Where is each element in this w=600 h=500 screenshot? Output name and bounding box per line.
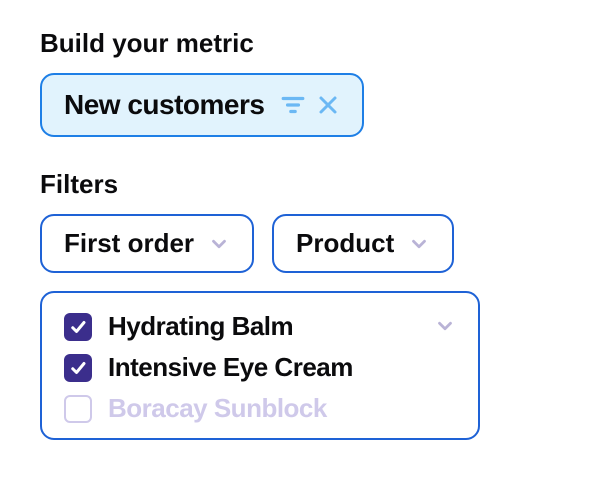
filter-chip-first-order[interactable]: First order xyxy=(40,214,254,273)
metric-pill[interactable]: New customers xyxy=(40,73,364,137)
chevron-down-icon[interactable] xyxy=(434,315,456,337)
filter-chip-label: Product xyxy=(296,228,394,259)
chevron-down-icon xyxy=(208,233,230,255)
option-label: Hydrating Balm xyxy=(108,311,293,342)
filters-section-label: Filters xyxy=(40,169,560,200)
chevron-down-icon xyxy=(408,233,430,255)
metric-selected-label: New customers xyxy=(64,89,264,121)
option-label: Boracay Sunblock xyxy=(108,393,327,424)
product-options-panel: Hydrating Balm Intensive Eye Cream Borac… xyxy=(40,291,480,440)
option-row[interactable]: Hydrating Balm xyxy=(64,311,456,342)
option-row[interactable]: Boracay Sunblock xyxy=(64,393,456,424)
checkbox-checked[interactable] xyxy=(64,313,92,341)
filters-row: First order Product xyxy=(40,214,560,273)
filter-icon[interactable] xyxy=(280,92,306,118)
checkbox-unchecked[interactable] xyxy=(64,395,92,423)
filter-chip-product[interactable]: Product xyxy=(272,214,454,273)
option-label: Intensive Eye Cream xyxy=(108,352,353,383)
option-row[interactable]: Intensive Eye Cream xyxy=(64,352,456,383)
filter-chip-label: First order xyxy=(64,228,194,259)
metric-section-label: Build your metric xyxy=(40,28,560,59)
close-icon[interactable] xyxy=(316,93,340,117)
checkbox-checked[interactable] xyxy=(64,354,92,382)
